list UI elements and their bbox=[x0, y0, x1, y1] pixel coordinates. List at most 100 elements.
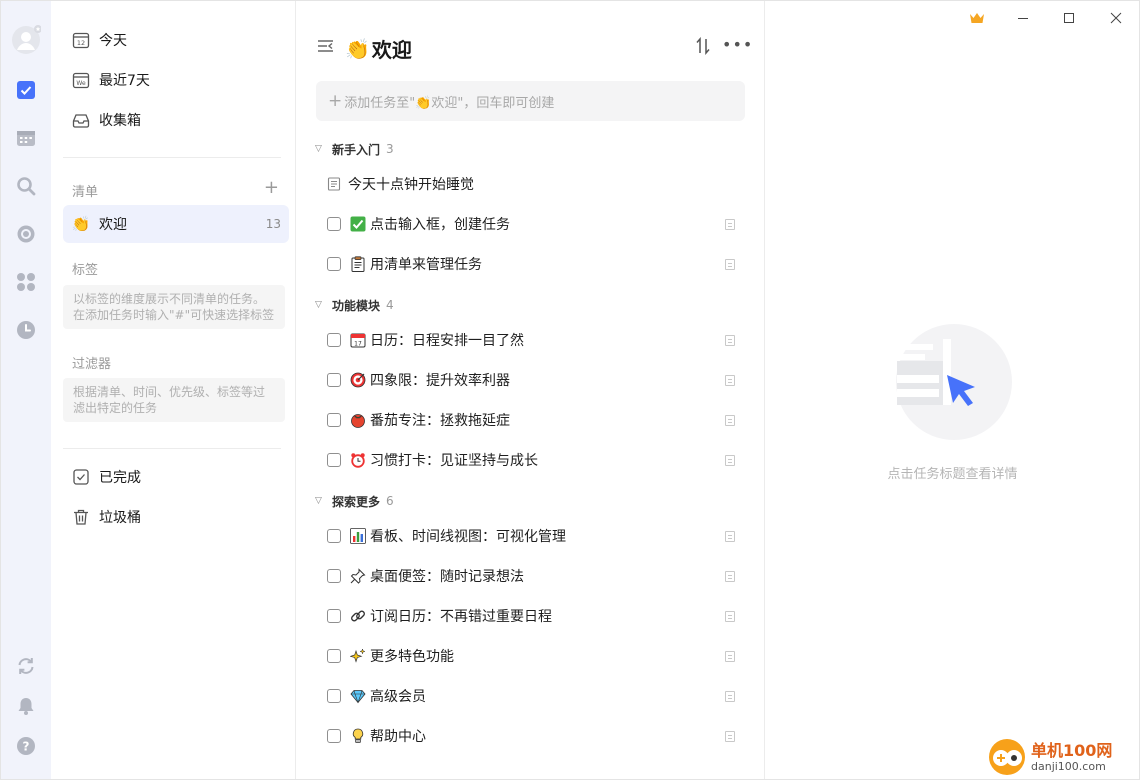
task-row[interactable]: 看板、时间线视图：可视化管理 bbox=[327, 516, 745, 556]
sidebar-item-label: 收集箱 bbox=[99, 113, 141, 129]
clock-icon[interactable] bbox=[14, 318, 38, 342]
filters-hint: 根据清单、时间、优先级、标签等过滤出特定的任务 bbox=[63, 378, 285, 422]
pomodoro-icon[interactable] bbox=[14, 222, 38, 246]
list-title-text: 欢迎 bbox=[371, 38, 412, 62]
check-mark-emoji-icon bbox=[349, 216, 366, 233]
calendar-icon[interactable] bbox=[14, 126, 38, 150]
sidebar-item-label: 欢迎 bbox=[99, 217, 127, 233]
chevron-down-icon: ▽ bbox=[315, 496, 322, 506]
tags-hint: 以标签的维度展示不同清单的任务。在添加任务时输入"#"可快速选择标签 bbox=[63, 285, 285, 329]
task-checkbox[interactable] bbox=[327, 257, 341, 271]
svg-text:?: ? bbox=[23, 740, 30, 754]
task-row[interactable]: 帮助中心 bbox=[327, 716, 745, 756]
search-icon[interactable] bbox=[14, 174, 38, 198]
group-name: 探索更多 bbox=[332, 494, 381, 509]
icon-rail: ? bbox=[1, 1, 51, 779]
task-checkbox[interactable] bbox=[327, 729, 341, 743]
sidebar-item-today[interactable]: 12 今天 bbox=[63, 21, 289, 59]
more-options-icon[interactable]: ••• bbox=[722, 37, 753, 53]
task-row[interactable]: 更多特色功能 bbox=[327, 636, 745, 676]
task-title: 番茄专注：拯救拖延症 bbox=[370, 413, 510, 429]
svg-text:We: We bbox=[76, 80, 86, 87]
task-checkbox[interactable] bbox=[327, 217, 341, 231]
tasks-checkbox-icon[interactable] bbox=[14, 78, 38, 102]
task-row[interactable]: 点击输入框，创建任务 bbox=[327, 204, 745, 244]
sidebar-item-trash[interactable]: 垃圾桶 bbox=[63, 498, 289, 536]
add-list-plus-icon[interactable]: + bbox=[264, 179, 279, 197]
task-title: 日历：日程安排一目了然 bbox=[370, 333, 524, 349]
chevron-down-icon: ▽ bbox=[315, 300, 322, 310]
task-row[interactable]: 17 日历：日程安排一目了然 bbox=[327, 320, 745, 360]
bell-icon[interactable] bbox=[14, 694, 38, 718]
collapse-sidebar-icon[interactable] bbox=[317, 38, 334, 58]
sync-icon[interactable] bbox=[14, 654, 38, 678]
avatar[interactable] bbox=[11, 25, 41, 55]
task-row[interactable]: 四象限：提升效率利器 bbox=[327, 360, 745, 400]
note-task-icon bbox=[327, 177, 341, 191]
grid-icon[interactable] bbox=[14, 270, 38, 294]
sidebar-item-welcome[interactable]: 👏 欢迎 13 bbox=[63, 205, 289, 243]
task-checkbox[interactable] bbox=[327, 333, 341, 347]
empty-state-text: 点击任务标题查看详情 bbox=[887, 467, 1018, 482]
minimize-icon[interactable] bbox=[1012, 9, 1034, 27]
plus-icon: + bbox=[328, 91, 343, 111]
task-checkbox[interactable] bbox=[327, 529, 341, 543]
list-title: 👏 欢迎 bbox=[345, 34, 412, 63]
group-header[interactable]: ▽ 探索更多 6 bbox=[315, 491, 394, 511]
clipboard-emoji-icon bbox=[349, 256, 366, 273]
note-icon bbox=[725, 218, 735, 230]
watermark-logo-icon bbox=[987, 737, 1027, 777]
app-window: ? 12 今天 We 最近7天 收集箱 清单 + 👏 欢迎 13 标签 以标签的… bbox=[0, 0, 1140, 780]
task-checkbox[interactable] bbox=[327, 569, 341, 583]
lists-section-title: 清单 bbox=[72, 185, 99, 200]
tomato-emoji-icon bbox=[349, 412, 366, 429]
clap-emoji-icon: 👏 bbox=[345, 36, 370, 61]
watermark: 单机100网 danji100.com bbox=[987, 734, 1137, 779]
note-icon bbox=[725, 530, 735, 542]
svg-text:12: 12 bbox=[77, 39, 85, 47]
task-row[interactable]: 桌面便签：随时记录想法 bbox=[327, 556, 745, 596]
group-header[interactable]: ▽ 新手入门 3 bbox=[315, 139, 394, 159]
target-emoji-icon bbox=[349, 372, 366, 389]
task-row[interactable]: 用清单来管理任务 bbox=[327, 244, 745, 284]
sparkles-emoji-icon bbox=[349, 648, 366, 665]
link-emoji-icon bbox=[349, 608, 366, 625]
group-count: 4 bbox=[386, 298, 394, 312]
detail-panel: 点击任务标题查看详情 单机100网 danji100.com bbox=[766, 1, 1139, 779]
help-icon[interactable]: ? bbox=[14, 734, 38, 758]
task-checkbox[interactable] bbox=[327, 453, 341, 467]
task-checkbox[interactable] bbox=[327, 373, 341, 387]
sidebar-item-label: 垃圾桶 bbox=[99, 510, 141, 526]
svg-text:17: 17 bbox=[354, 341, 362, 348]
task-row[interactable]: 订阅日历：不再错过重要日程 bbox=[327, 596, 745, 636]
gem-emoji-icon bbox=[349, 688, 366, 705]
task-checkbox[interactable] bbox=[327, 609, 341, 623]
task-row[interactable]: 番茄专注：拯救拖延症 bbox=[327, 400, 745, 440]
task-list-panel: 👏 欢迎 ••• + 添加任务至"👏欢迎"，回车即可创建 ▽ 新手入门 3 今天… bbox=[297, 1, 765, 779]
close-icon[interactable] bbox=[1105, 9, 1127, 27]
note-icon bbox=[725, 414, 735, 426]
inbox-icon bbox=[71, 110, 91, 130]
task-checkbox[interactable] bbox=[327, 689, 341, 703]
calendar-today-icon: 12 bbox=[71, 30, 91, 50]
completed-check-icon bbox=[71, 467, 91, 487]
task-row[interactable]: 今天十点钟开始睡觉 bbox=[327, 164, 745, 204]
group-count: 3 bbox=[386, 142, 394, 156]
task-row[interactable]: 高级会员 bbox=[327, 676, 745, 716]
bar-chart-emoji-icon bbox=[349, 528, 366, 545]
task-title: 订阅日历：不再错过重要日程 bbox=[370, 609, 552, 625]
maximize-icon[interactable] bbox=[1058, 9, 1080, 27]
add-task-input[interactable]: + 添加任务至"👏欢迎"，回车即可创建 bbox=[316, 81, 745, 121]
task-checkbox[interactable] bbox=[327, 413, 341, 427]
task-row[interactable]: 习惯打卡：见证坚持与成长 bbox=[327, 440, 745, 480]
sidebar-item-label: 已完成 bbox=[99, 470, 141, 486]
task-title: 四象限：提升效率利器 bbox=[370, 373, 510, 389]
task-checkbox[interactable] bbox=[327, 649, 341, 663]
sidebar-item-inbox[interactable]: 收集箱 bbox=[63, 101, 289, 139]
group-header[interactable]: ▽ 功能模块 4 bbox=[315, 295, 394, 315]
group-name: 新手入门 bbox=[332, 142, 381, 157]
sidebar-item-completed[interactable]: 已完成 bbox=[63, 458, 289, 496]
sidebar-item-next7days[interactable]: We 最近7天 bbox=[63, 61, 289, 99]
crown-icon[interactable] bbox=[966, 9, 988, 27]
sort-icon[interactable] bbox=[695, 36, 711, 59]
